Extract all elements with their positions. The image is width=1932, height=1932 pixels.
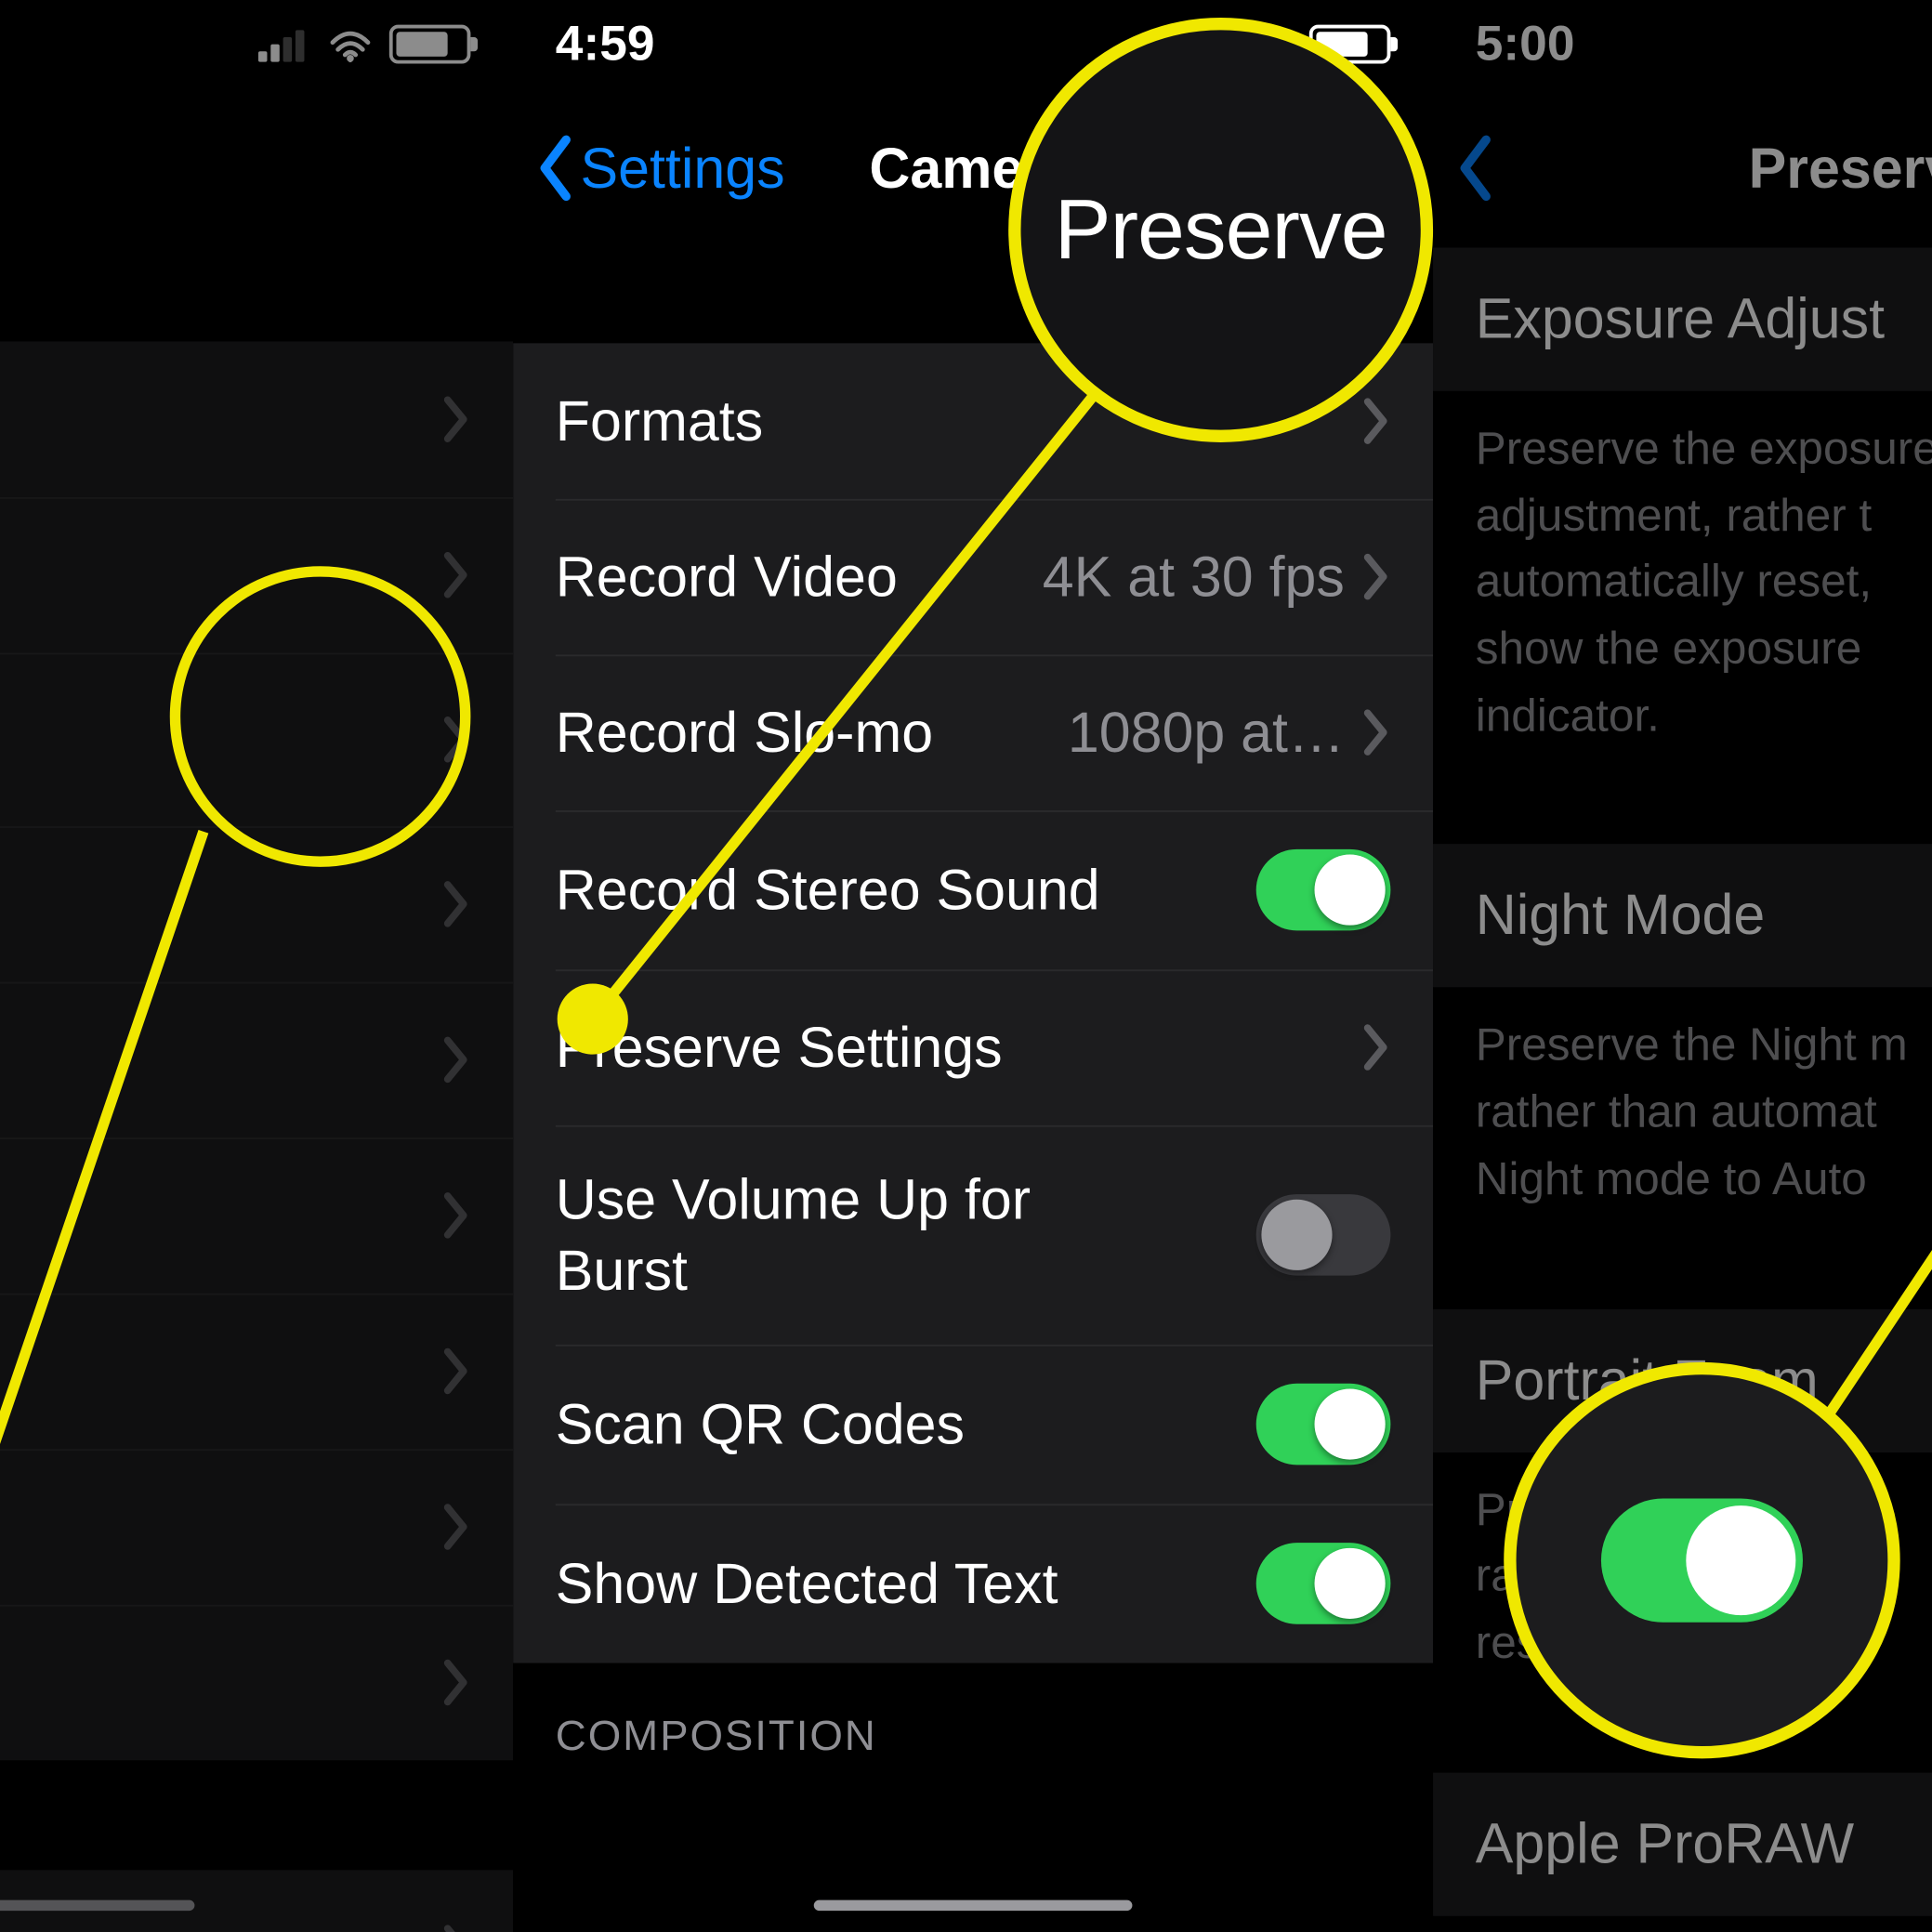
settings-row-camera[interactable]: Camera bbox=[0, 653, 513, 827]
row-label: Preserve Settings bbox=[556, 1012, 1003, 1083]
statusbar: 4:59 bbox=[513, 0, 1433, 88]
row-label: Record Stereo Sound bbox=[556, 855, 1100, 926]
row-exposure-adjustment: Exposure Adjust bbox=[1433, 248, 1932, 391]
row-label: Formats bbox=[556, 386, 763, 456]
page-title: Camera bbox=[513, 136, 1433, 201]
row-apple-proraw: Apple ProRAW bbox=[1433, 1772, 1932, 1915]
settings-row[interactable] bbox=[0, 497, 513, 653]
home-indicator[interactable] bbox=[0, 1900, 194, 1911]
clock: 4:59 bbox=[556, 16, 655, 72]
row-detected-text: Show Detected Text bbox=[513, 1504, 1433, 1663]
home-indicator[interactable] bbox=[814, 1900, 1133, 1911]
statusbar bbox=[0, 0, 513, 88]
row-detail: 4K at 30 fps bbox=[1043, 544, 1362, 609]
chevron-right-icon bbox=[442, 1190, 470, 1240]
clock: 5:00 bbox=[1476, 16, 1575, 72]
row-label: Scan QR Codes bbox=[556, 1388, 965, 1459]
chevron-right-icon bbox=[1362, 552, 1390, 601]
toggle-detected-text[interactable] bbox=[1256, 1543, 1391, 1624]
navbar: Settings Camera bbox=[513, 88, 1433, 247]
row-label: Use Volume Up for Burst bbox=[556, 1164, 1122, 1306]
statusbar: 5:00 bbox=[1433, 0, 1932, 88]
chevron-right-icon bbox=[442, 550, 470, 599]
row-preserve-settings[interactable]: Preserve Settings bbox=[513, 969, 1433, 1125]
screen-preserve-settings: 5:00 Preserve Se Exposure Adjust Preserv… bbox=[1433, 0, 1932, 1932]
row-formats[interactable]: Formats bbox=[513, 343, 1433, 499]
settings-list: Camera s enter bbox=[0, 341, 513, 1760]
footer-portrait-zoom: Preserve the Portra rather than automat … bbox=[1433, 1452, 1932, 1719]
row-night-mode: Night Mode bbox=[1433, 845, 1932, 988]
footer-proraw: Preserve the Apple bbox=[1433, 1915, 1932, 1932]
settings-row[interactable] bbox=[0, 982, 513, 1138]
row-label: Show Detected Text bbox=[556, 1548, 1058, 1619]
settings-row[interactable]: s bbox=[0, 1449, 513, 1605]
chevron-right-icon bbox=[442, 1658, 470, 1707]
chevron-right-icon bbox=[442, 1923, 470, 1932]
row-scan-qr: Scan QR Codes bbox=[513, 1345, 1433, 1504]
chevron-right-icon bbox=[442, 715, 470, 764]
navbar: Preserve Se bbox=[1433, 88, 1932, 247]
footer-exposure: Preserve the exposure adjustment, rather… bbox=[1433, 391, 1932, 792]
chevron-right-icon bbox=[442, 1502, 470, 1551]
chevron-right-icon bbox=[442, 879, 470, 928]
page-title: Preserve Se bbox=[1433, 136, 1932, 201]
wifi-icon bbox=[325, 25, 375, 64]
chevron-right-icon bbox=[442, 395, 470, 444]
toggle-volume-up-burst[interactable] bbox=[1256, 1194, 1391, 1276]
chevron-right-icon bbox=[1362, 396, 1390, 445]
battery-icon bbox=[1309, 25, 1391, 64]
chevron-right-icon bbox=[442, 1347, 470, 1396]
chevron-right-icon bbox=[1362, 1022, 1390, 1071]
settings-row[interactable]: enter bbox=[0, 1605, 513, 1761]
row-record-video[interactable]: Record Video 4K at 30 fps bbox=[513, 499, 1433, 655]
settings-row[interactable] bbox=[0, 1294, 513, 1450]
row-stereo-sound: Record Stereo Sound bbox=[513, 810, 1433, 969]
toggle-scan-qr[interactable] bbox=[1256, 1384, 1391, 1465]
screen-camera-settings: 4:59 Settings Camera Formats Record Vide… bbox=[513, 0, 1433, 1932]
camera-settings-list: Formats Record Video 4K at 30 fps Record… bbox=[513, 343, 1433, 1663]
screen-settings: Settings Camera s enter ider bbox=[0, 0, 513, 1932]
wifi-icon bbox=[1245, 25, 1295, 64]
battery-icon bbox=[389, 25, 471, 64]
footer-night-mode: Preserve the Night m rather than automat… bbox=[1433, 988, 1932, 1255]
chevron-right-icon bbox=[442, 1035, 470, 1084]
row-label: Record Video bbox=[556, 542, 898, 612]
row-detail: 1080p at… bbox=[1068, 700, 1362, 765]
page-title: Settings bbox=[0, 88, 513, 231]
settings-row[interactable] bbox=[0, 826, 513, 982]
row-label: Record Slo-mo bbox=[556, 697, 933, 768]
row-record-slomo[interactable]: Record Slo-mo 1080p at… bbox=[513, 654, 1433, 810]
row-volume-up-burst: Use Volume Up for Burst bbox=[513, 1125, 1433, 1345]
chevron-right-icon bbox=[1362, 708, 1390, 757]
settings-row[interactable] bbox=[0, 341, 513, 497]
toggle-stereo-sound[interactable] bbox=[1256, 849, 1391, 931]
row-portrait-zoom: Portrait Zoom bbox=[1433, 1308, 1932, 1452]
cellular-icon bbox=[1178, 27, 1231, 62]
cellular-icon bbox=[258, 27, 311, 62]
settings-row[interactable] bbox=[0, 1137, 513, 1294]
section-header-composition: COMPOSITION bbox=[513, 1663, 1433, 1781]
